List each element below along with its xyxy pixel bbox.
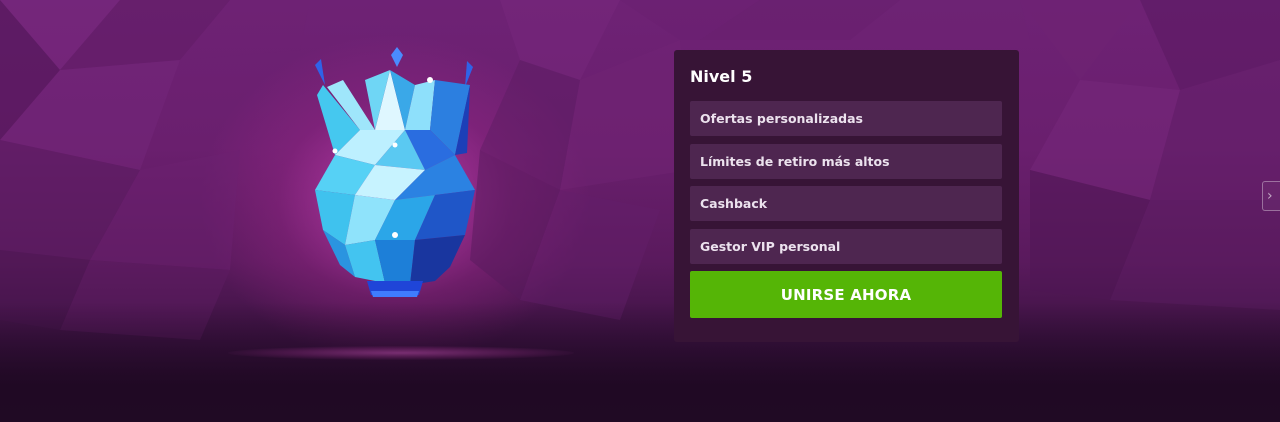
benefit-cashback: Cashback: [690, 186, 1002, 221]
benefit-personalized-offers: Ofertas personalizadas: [690, 101, 1002, 136]
carousel-next-button[interactable]: ›: [1262, 181, 1280, 211]
level-title: Nivel 5: [690, 67, 753, 86]
bottom-fade: [0, 302, 1280, 422]
benefit-higher-withdrawal-limits: Límites de retiro más altos: [690, 143, 1002, 179]
benefit-personal-vip-manager: Gestor VIP personal: [690, 228, 1002, 264]
chevron-right-icon: ›: [1267, 188, 1273, 204]
vip-level-banner: Nivel 5 Ofertas personalizadas Límites d…: [0, 0, 1280, 422]
join-now-button[interactable]: UNIRSE AHORA: [690, 271, 1002, 318]
diamond-crown-icon: [315, 47, 475, 297]
level-card: Nivel 5 Ofertas personalizadas Límites d…: [674, 50, 1019, 342]
